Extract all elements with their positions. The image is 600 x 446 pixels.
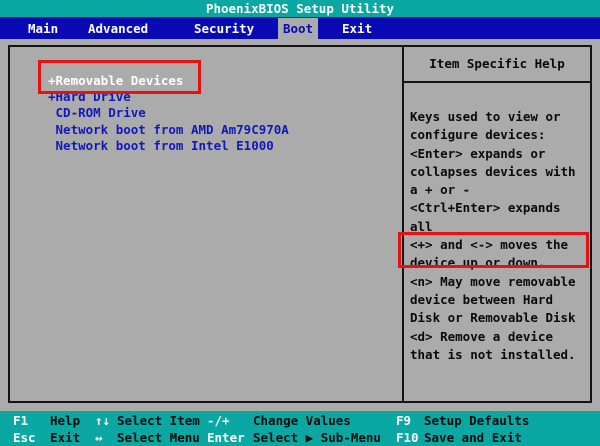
boot-item-removable-devices[interactable]: +Removable Devices <box>48 73 289 89</box>
help-panel-title: Item Specific Help <box>404 47 590 83</box>
help-line-move-up: <+> and <-> moves the <box>410 236 588 254</box>
label-save-and-exit: Save and Exit <box>424 429 522 446</box>
key-legend-bar: F1 Help ↑↓ Select Item -/+ Change Values… <box>0 411 600 446</box>
boot-panel: +Removable Devices +Hard Drive CD-ROM Dr… <box>8 45 592 403</box>
help-line: <Ctrl+Enter> expands <box>410 199 588 217</box>
boot-item-network-intel[interactable]: Network boot from Intel E1000 <box>48 138 289 154</box>
menu-bar: Main Advanced Security Boot Exit <box>0 18 600 39</box>
help-line: all <box>410 218 588 236</box>
help-line: device between Hard <box>410 291 588 309</box>
menu-tab-boot[interactable]: Boot <box>278 18 318 39</box>
label-select-submenu: Select ▶ Sub-Menu <box>253 429 381 446</box>
key-legend-row-2: Esc Exit ↔ Select Menu Enter Select ▶ Su… <box>0 429 600 446</box>
help-line: Keys used to view or <box>410 108 588 126</box>
key-f9: F9 <box>396 412 411 429</box>
help-line: a + or - <box>410 181 588 199</box>
boot-order-list: +Removable Devices +Hard Drive CD-ROM Dr… <box>48 73 289 154</box>
key-f1: F1 <box>13 412 28 429</box>
menu-tab-advanced[interactable]: Advanced <box>88 18 148 39</box>
help-text: Keys used to view or configure devices: … <box>404 83 590 364</box>
menu-tab-main[interactable]: Main <box>28 18 58 39</box>
boot-item-network-amd[interactable]: Network boot from AMD Am79C970A <box>48 122 289 138</box>
label-setup-defaults: Setup Defaults <box>424 412 529 429</box>
help-line: that is not installed. <box>410 346 588 364</box>
help-line-move-down: device up or down. <box>410 254 588 272</box>
help-line: <Enter> expands or <box>410 145 588 163</box>
help-line: <d> Remove a device <box>410 328 588 346</box>
help-line: configure devices: <box>410 126 588 144</box>
menu-tab-exit[interactable]: Exit <box>342 18 372 39</box>
help-line: collapses devices with <box>410 163 588 181</box>
label-exit: Exit <box>50 429 80 446</box>
key-f10: F10 <box>396 429 419 446</box>
key-esc: Esc <box>13 429 36 446</box>
boot-item-hard-drive[interactable]: +Hard Drive <box>48 89 289 105</box>
window-title: PhoenixBIOS Setup Utility <box>0 0 600 18</box>
item-specific-help-panel: Item Specific Help Keys used to view or … <box>402 47 590 401</box>
key-minus-plus: -/+ <box>207 412 230 429</box>
key-legend-row-1: F1 Help ↑↓ Select Item -/+ Change Values… <box>0 412 600 429</box>
label-change-values: Change Values <box>253 412 351 429</box>
boot-item-cdrom-drive[interactable]: CD-ROM Drive <box>48 105 289 121</box>
menu-tab-security[interactable]: Security <box>194 18 254 39</box>
label-select-menu: Select Menu <box>117 429 200 446</box>
bios-setup-screen: PhoenixBIOS Setup Utility Main Advanced … <box>0 0 600 446</box>
key-leftright-arrows-icon: ↔ <box>95 429 103 446</box>
help-line: <n> May move removable <box>410 273 588 291</box>
key-updown-arrows-icon: ↑↓ <box>95 412 110 429</box>
label-select-item: Select Item <box>117 412 200 429</box>
help-line: Disk or Removable Disk <box>410 309 588 327</box>
label-help: Help <box>50 412 80 429</box>
key-enter: Enter <box>207 429 245 446</box>
